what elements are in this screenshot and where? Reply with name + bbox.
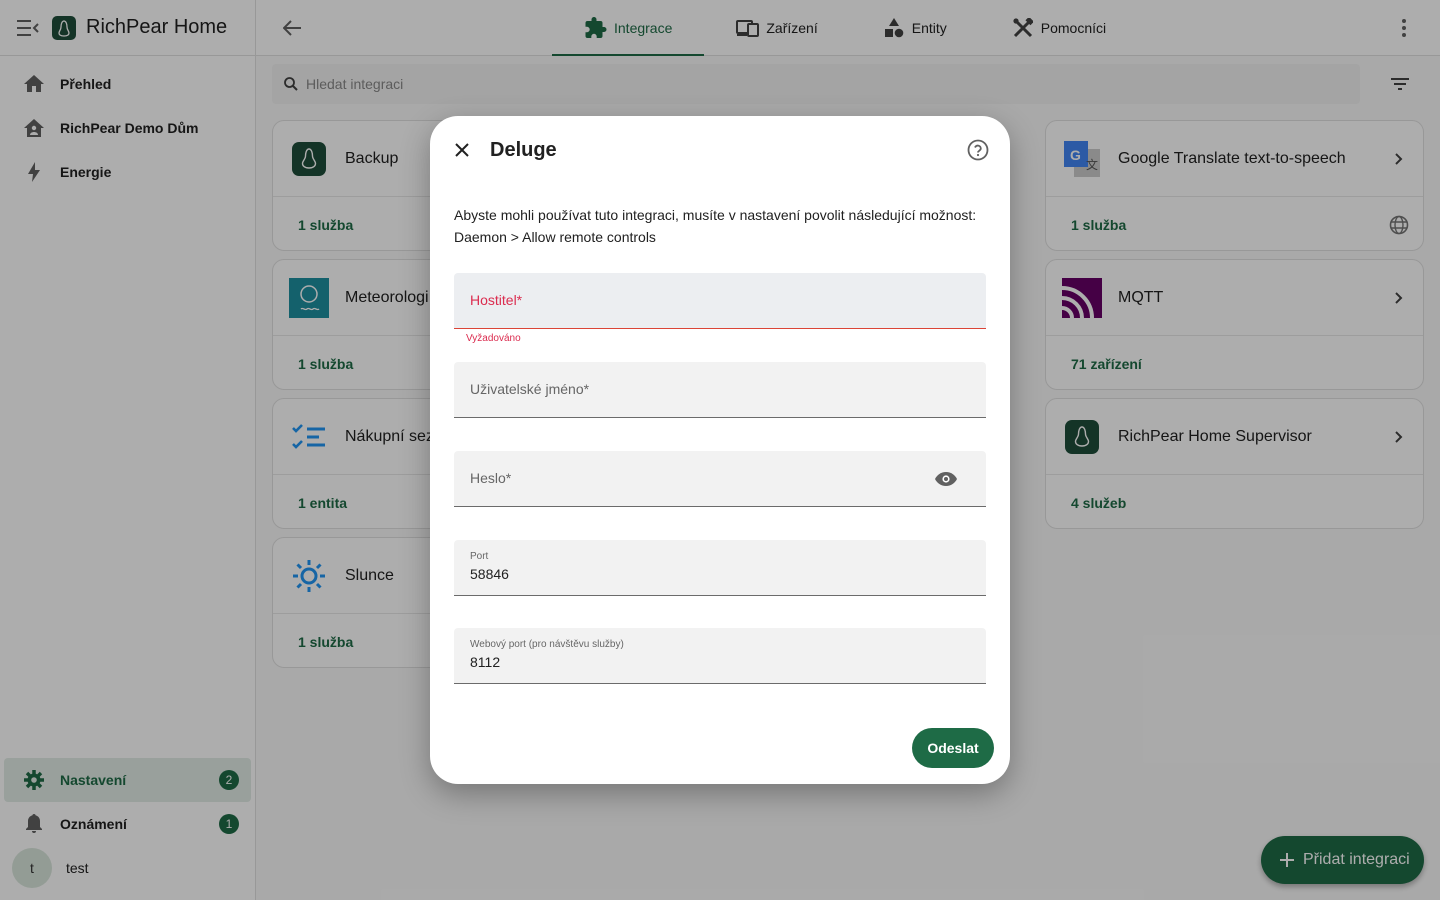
- description-line: Daemon > Allow remote controls: [454, 229, 656, 245]
- submit-button[interactable]: Odeslat: [912, 728, 994, 768]
- username-label: Uživatelské jméno*: [470, 381, 590, 397]
- eye-icon[interactable]: [934, 467, 958, 491]
- username-field[interactable]: Uživatelské jméno*: [454, 362, 986, 418]
- close-icon[interactable]: [450, 138, 474, 162]
- host-label: Hostitel*: [470, 292, 523, 308]
- web-port-label: Webový port (pro návštěvu služby): [470, 639, 624, 650]
- description-line: Abyste mohli používat tuto integraci, mu…: [454, 207, 977, 223]
- password-label: Heslo*: [470, 470, 512, 486]
- web-port-value: 8112: [470, 654, 501, 670]
- port-value: 58846: [470, 566, 509, 582]
- host-field[interactable]: Hostitel*: [454, 273, 986, 329]
- host-helper-text: Vyžadováno: [466, 333, 521, 344]
- web-port-field[interactable]: Webový port (pro návštěvu služby) 8112: [454, 628, 986, 684]
- port-label: Port: [470, 551, 489, 562]
- port-field[interactable]: Port 58846: [454, 540, 986, 596]
- dialog-title: Deluge: [490, 139, 557, 161]
- dialog-description: Abyste mohli používat tuto integraci, mu…: [454, 204, 994, 248]
- help-icon[interactable]: [966, 138, 990, 162]
- config-dialog: Deluge Abyste mohli používat tuto integr…: [430, 116, 1010, 784]
- password-field[interactable]: Heslo*: [454, 451, 986, 507]
